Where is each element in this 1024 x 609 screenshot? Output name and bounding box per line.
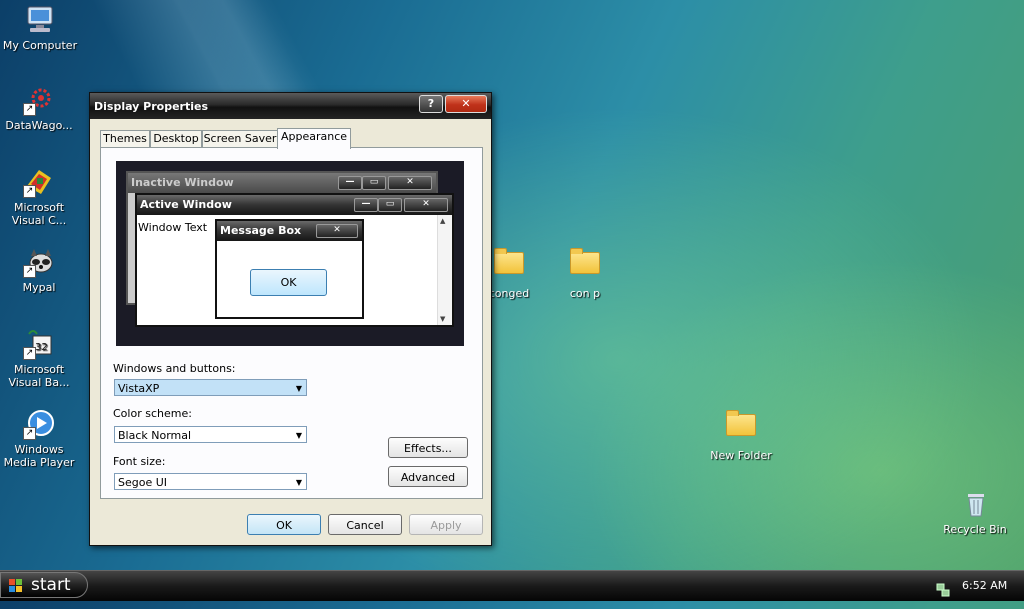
appearance-preview: Inactive Window — ▭ ✕ Active Window — ▭ … (116, 161, 464, 346)
scroll-up-icon: ▲ (440, 217, 446, 225)
start-label: start (31, 575, 71, 595)
clock[interactable]: 6:52 AM (962, 571, 1007, 601)
desktop-icon-visual-cpp[interactable]: ↗ Microsoft Visual C... (1, 166, 77, 227)
font-size-select[interactable]: Segoe UI ▼ (114, 473, 307, 490)
font-size-value: Segoe UI (118, 476, 168, 489)
font-size-label: Font size: (113, 455, 166, 468)
system-tray: 6:52 AM (934, 571, 1024, 601)
windows-buttons-select[interactable]: VistaXP ▼ (114, 379, 307, 396)
tab-desktop[interactable]: Desktop (150, 130, 202, 147)
desktop-icon-windows-media-player[interactable]: ↗ Windows Media Player (1, 408, 77, 469)
network-icon[interactable] (936, 579, 950, 597)
media-player-icon: ↗ (23, 408, 55, 440)
maximize-icon: ▭ (378, 198, 402, 212)
visual-studio-icon: ↗ (23, 166, 55, 198)
ok-button[interactable]: OK (247, 514, 321, 535)
shortcut-arrow-icon: ↗ (23, 103, 36, 116)
preview-ok-button: OK (250, 269, 327, 296)
preview-inactive-title: Inactive Window — ▭ ✕ (128, 173, 436, 193)
windows-buttons-label: Windows and buttons: (113, 362, 236, 375)
apply-button[interactable]: Apply (409, 514, 483, 535)
close-icon: ✕ (316, 224, 358, 238)
close-icon: ✕ (404, 198, 448, 212)
svg-text:32: 32 (35, 342, 48, 353)
desktop-icon-label: Mypal (22, 281, 56, 294)
minimize-icon: — (354, 198, 378, 212)
help-button[interactable]: ? (419, 95, 443, 113)
scroll-down-icon: ▼ (440, 315, 446, 323)
color-scheme-label: Color scheme: (113, 407, 192, 420)
appearance-panel: Inactive Window — ▭ ✕ Active Window — ▭ … (100, 147, 483, 499)
folder-icon (569, 248, 601, 284)
preview-active-title-text: Active Window (140, 198, 232, 211)
desktop-icon-label: Microsoft Visual C... (11, 201, 67, 227)
windows-logo-icon (9, 579, 23, 593)
chevron-down-icon[interactable]: ▼ (296, 474, 302, 491)
chevron-down-icon[interactable]: ▼ (296, 380, 302, 397)
recycle-bin-icon (959, 488, 991, 520)
close-button[interactable]: ✕ (445, 95, 487, 113)
preview-inactive-title-text: Inactive Window (131, 176, 234, 189)
maximize-icon: ▭ (362, 176, 386, 190)
shortcut-arrow-icon: ↗ (23, 265, 36, 278)
tab-themes[interactable]: Themes (100, 130, 150, 147)
preview-scrollbar: ▲ ▼ (437, 215, 452, 325)
effects-button[interactable]: Effects... (388, 437, 468, 458)
shortcut-arrow-icon: ↗ (23, 427, 36, 440)
desktop-icon-label: Recycle Bin (943, 523, 1007, 536)
desktop-icon-recycle-bin[interactable]: Recycle Bin (937, 488, 1013, 536)
display-properties-dialog: Display Properties ? ✕ Themes Desktop Sc… (89, 92, 492, 546)
preview-message-box: Message Box ✕ OK (215, 219, 364, 319)
raccoon-icon: ↗ (23, 246, 55, 278)
desktop-icon-label: Windows Media Player (3, 443, 75, 469)
tab-appearance[interactable]: Appearance (277, 128, 351, 149)
folder-icon (493, 248, 525, 284)
start-button[interactable]: start (0, 572, 88, 598)
color-scheme-select[interactable]: Black Normal ▼ (114, 426, 307, 443)
cancel-button[interactable]: Cancel (328, 514, 402, 535)
desktop-icon-visual-basic[interactable]: 32 ↗ Microsoft Visual Ba... (1, 328, 77, 389)
desktop-icon-label: Microsoft Visual Ba... (8, 363, 70, 389)
preview-active-title: Active Window — ▭ ✕ (137, 195, 452, 215)
shortcut-arrow-icon: ↗ (23, 347, 36, 360)
desktop-icon-label: My Computer (2, 39, 78, 52)
preview-window-text: Window Text (138, 221, 208, 234)
desktop-icon-datawagon[interactable]: ↗ DataWago... (1, 84, 77, 132)
desktop-icon-label: New Folder (710, 449, 772, 462)
preview-message-title-text: Message Box (220, 224, 302, 237)
color-scheme-value: Black Normal (118, 429, 192, 442)
folder-icon (725, 410, 757, 446)
datawagon-icon: ↗ (23, 84, 55, 116)
shortcut-arrow-icon: ↗ (23, 185, 36, 198)
visual-basic-icon: 32 ↗ (23, 328, 55, 360)
advanced-button[interactable]: Advanced (388, 466, 468, 487)
computer-icon (24, 4, 56, 36)
close-icon: ✕ (388, 176, 432, 190)
desktop-icon-label: con p (569, 287, 601, 300)
desktop-icon-mypal[interactable]: ↗ Mypal (1, 246, 77, 294)
desktop-icon-my-computer[interactable]: My Computer (2, 4, 78, 52)
desktop-icon-label: DataWago... (5, 119, 73, 132)
dialog-title: Display Properties (94, 100, 209, 113)
desktop-icon-con-p[interactable]: con p (547, 246, 623, 300)
desktop-icon-new-folder[interactable]: New Folder (703, 408, 779, 462)
chevron-down-icon[interactable]: ▼ (296, 427, 302, 444)
dialog-titlebar[interactable]: Display Properties ? ✕ (90, 93, 491, 119)
minimize-icon: — (338, 176, 362, 190)
preview-message-title: Message Box ✕ (217, 221, 362, 241)
taskbar: start 6:52 AM (0, 570, 1024, 601)
tab-screen-saver[interactable]: Screen Saver (202, 130, 278, 147)
windows-buttons-value: VistaXP (118, 382, 160, 395)
